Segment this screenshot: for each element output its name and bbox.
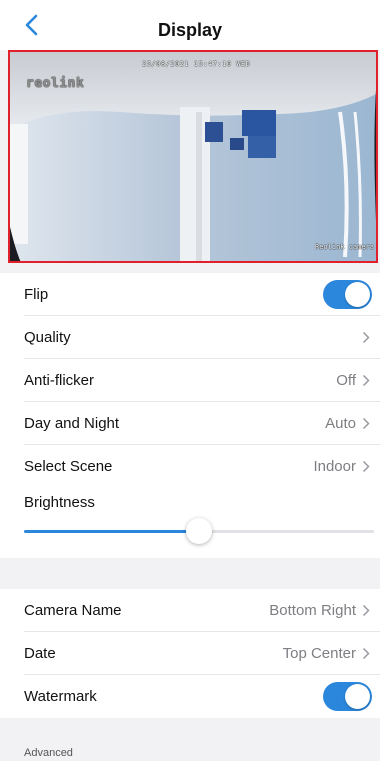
chevron-right-icon (362, 604, 370, 617)
day-night-right: Auto (325, 415, 370, 432)
camera-name-row[interactable]: Camera Name Bottom Right (0, 589, 380, 632)
date-label: Date (24, 645, 56, 662)
toggle-knob (345, 282, 370, 307)
live-preview[interactable]: reolink 25/08/2021 15:47:10 WED Reolink … (8, 50, 378, 263)
image-settings-group: Flip Quality Anti-flicker Off Day and Ni… (0, 273, 380, 558)
select-scene-row[interactable]: Select Scene Indoor (0, 445, 380, 488)
camera-name-right: Bottom Right (269, 602, 370, 619)
day-night-row[interactable]: Day and Night Auto (0, 402, 380, 445)
camera-name-value: Bottom Right (269, 602, 356, 619)
quality-row[interactable]: Quality (0, 316, 380, 359)
anti-flicker-right: Off (336, 372, 370, 389)
page-title: Display (157, 20, 223, 40)
flip-label: Flip (24, 286, 49, 303)
watermark-row: Watermark (0, 675, 380, 718)
watermark-toggle[interactable] (323, 682, 372, 711)
date-right: Top Center (283, 645, 370, 662)
brightness-row: Brightness (0, 488, 380, 558)
brightness-label: Brightness (24, 494, 95, 511)
chevron-right-icon (362, 647, 370, 660)
brightness-slider-fill (24, 530, 199, 533)
nav-bar: Display (0, 0, 380, 50)
quality-right (362, 331, 370, 344)
advanced-section-header: Advanced (24, 747, 73, 759)
day-night-label: Day and Night (24, 415, 120, 432)
select-scene-value: Indoor (313, 458, 356, 475)
flip-row: Flip (0, 273, 380, 316)
osd-timestamp: 25/08/2021 15:47:10 WED (142, 60, 251, 68)
logo-watermark: reolink (26, 76, 85, 91)
chevron-right-icon (362, 331, 370, 344)
watermark-label: Watermark (24, 688, 97, 705)
select-scene-right: Indoor (313, 458, 370, 475)
osd-settings-group: Camera Name Bottom Right Date Top Center… (0, 589, 380, 718)
chevron-right-icon (362, 374, 370, 387)
chevron-right-icon (362, 460, 370, 473)
brightness-slider[interactable] (24, 518, 374, 544)
anti-flicker-row[interactable]: Anti-flicker Off (0, 359, 380, 402)
date-value: Top Center (282, 645, 356, 662)
chevron-right-icon (362, 417, 370, 430)
date-row[interactable]: Date Top Center (0, 632, 380, 675)
day-night-value: Auto (325, 415, 356, 432)
brightness-slider-thumb[interactable] (186, 518, 212, 544)
select-scene-label: Select Scene (24, 458, 113, 475)
quality-label: Quality (24, 329, 71, 346)
flip-toggle[interactable] (323, 280, 372, 309)
camera-name-label: Camera Name (24, 602, 122, 619)
osd-camera-name: Reolink camera (314, 243, 374, 251)
anti-flicker-label: Anti-flicker (24, 372, 95, 389)
toggle-knob (345, 684, 370, 709)
anti-flicker-value: Off (336, 372, 356, 389)
